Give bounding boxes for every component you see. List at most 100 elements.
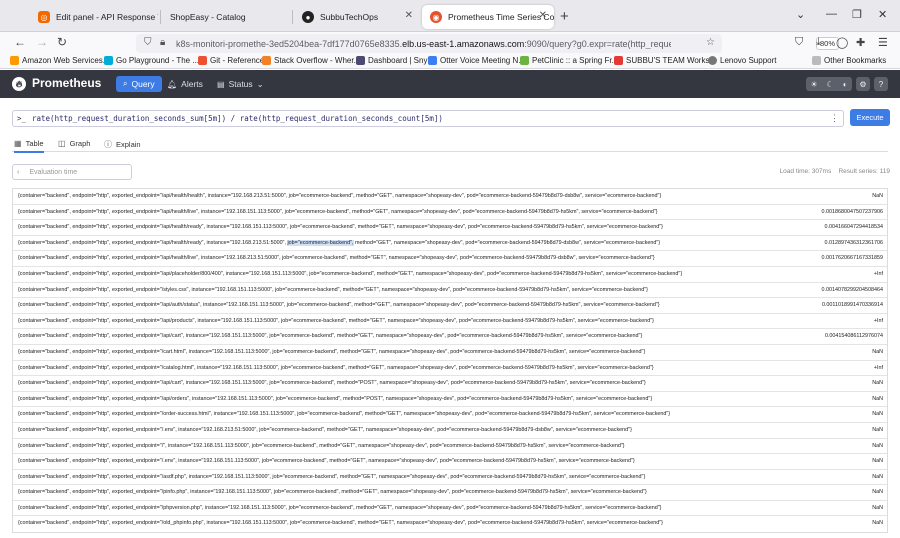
bookmark-lenovo[interactable]: Lenovo Support (708, 56, 777, 65)
series-labels[interactable]: {container="backend", endpoint="http", e… (18, 255, 818, 261)
evaluation-time-picker[interactable]: ‹ Evaluation time (12, 164, 132, 180)
settings-gear-icon[interactable]: ⚙ (856, 77, 870, 91)
series-labels[interactable]: {container="backend", endpoint="http", e… (18, 365, 818, 371)
execute-button[interactable]: Execute (850, 109, 890, 126)
series-labels[interactable]: {container="backend", endpoint="http", e… (18, 271, 818, 277)
tab-list-icon[interactable]: ⌄ (796, 8, 805, 21)
tab-github[interactable]: ● SubbuTechOps ✕ (294, 5, 420, 29)
chevron-left-icon[interactable]: ‹ (17, 169, 19, 176)
more-options-icon[interactable]: ⋮ (830, 113, 839, 124)
moon-icon[interactable]: ☾ (827, 80, 834, 89)
search-icon: ⌕ (123, 79, 128, 88)
new-tab-button[interactable]: + (560, 8, 569, 25)
series-value: NaN (872, 193, 883, 199)
bookmark-snyk[interactable]: Dashboard | Snyk (356, 56, 431, 65)
nav-alerts[interactable]: 🔔︎ Alerts (160, 76, 210, 92)
series-labels[interactable]: {container="backend", endpoint="http", e… (18, 193, 818, 199)
restore-icon[interactable]: ❐ (852, 8, 862, 21)
extensions-icon[interactable]: ✚ (856, 36, 865, 49)
bookmark-otter[interactable]: Otter Voice Meeting N... (428, 56, 525, 65)
table-row: {container="backend", endpoint="http", e… (13, 283, 887, 299)
github-icon: ● (302, 11, 314, 23)
minimize-icon[interactable]: — (826, 8, 837, 20)
url-text[interactable]: k8s-monitori-promethe-3ed5204bea-7df177d… (176, 39, 671, 49)
table-row: {container="backend", endpoint="http", e… (13, 439, 887, 455)
series-labels[interactable]: {container="backend", endpoint="http", e… (18, 427, 818, 433)
table-row: {container="backend", endpoint="http", e… (13, 189, 887, 205)
nav-status[interactable]: ▤ Status ⌄ (210, 76, 271, 92)
expression-input[interactable]: >_ rate(http_request_duration_seconds_su… (12, 110, 844, 127)
app-title[interactable]: Prometheus (32, 76, 101, 90)
series-value: NaN (872, 442, 883, 449)
bookmarks-bar: Amazon Web Services... Go Playground - T… (0, 54, 900, 69)
tab-prometheus[interactable]: ◉ Prometheus Time Series Collec ✕ (422, 5, 554, 29)
shield-icon[interactable]: ⛉ (144, 37, 152, 48)
series-labels[interactable]: {container="backend", endpoint="http", e… (18, 396, 818, 402)
series-value: +Inf (873, 364, 883, 371)
help-icon[interactable]: ? (874, 77, 888, 91)
series-labels[interactable]: {container="backend", endpoint="http", e… (18, 411, 818, 417)
table-row: {container="backend", endpoint="http", e… (13, 298, 887, 314)
theme-toggle[interactable]: ☀ ☾ ◐ (806, 77, 852, 91)
graph-icon: ◫ (58, 139, 66, 148)
series-labels[interactable]: {container="backend", endpoint="http", e… (18, 443, 818, 449)
series-value: NaN (872, 426, 883, 433)
forward-arrow-icon[interactable]: → (36, 35, 48, 49)
reload-icon[interactable]: ↻ (57, 35, 67, 49)
tab-title: SubbuTechOps (320, 12, 379, 22)
account-icon[interactable]: ◯ (836, 36, 848, 49)
load-time: Load time: 307ms (779, 168, 832, 175)
expression-text[interactable]: rate(http_request_duration_seconds_sum[5… (32, 114, 443, 123)
series-value: 0.004154086112976074 (824, 333, 883, 340)
series-labels[interactable]: {container="backend", endpoint="http", e… (18, 520, 818, 526)
series-value: 0.012897436312361706 (824, 239, 883, 246)
series-labels[interactable]: {container="backend", endpoint="http", e… (18, 209, 818, 215)
table-row: {container="backend", endpoint="http", e… (13, 501, 887, 517)
tab-edit-panel[interactable]: ◎ Edit panel - API Response Time (30, 5, 158, 29)
bookmark-stackoverflow[interactable]: Stack Overflow - Wher... (262, 56, 360, 65)
sun-icon[interactable]: ☀ (810, 80, 817, 89)
bookmark-petclinic[interactable]: PetClinic :: a Spring Fr... (520, 56, 618, 65)
series-labels[interactable]: {container="backend", endpoint="http", e… (18, 318, 818, 324)
series-labels[interactable]: {container="backend", endpoint="http", e… (18, 505, 818, 511)
bookmark-go-playground[interactable]: Go Playground - The ... (104, 56, 199, 65)
downloads-icon[interactable]: ⤓ (816, 36, 821, 49)
bookmark-subbu-team[interactable]: SUBBU'S TEAM Works... (614, 56, 716, 65)
series-labels[interactable]: {container="backend", endpoint="http", e… (18, 489, 818, 495)
lock-icon[interactable]: 🔒︎ (160, 37, 165, 48)
bookmark-star-icon[interactable]: ☆ (706, 37, 715, 48)
menu-icon[interactable]: ☰ (878, 36, 888, 49)
table-row: {container="backend", endpoint="http", e… (13, 361, 887, 377)
series-labels[interactable]: {container="backend", endpoint="http", e… (18, 287, 818, 293)
other-bookmarks[interactable]: Other Bookmarks (812, 56, 886, 65)
close-tab-icon[interactable]: ✕ (539, 10, 547, 21)
series-value: 0.0017620667167331859 (821, 255, 883, 262)
tab-table[interactable]: ▦ Table (14, 139, 44, 153)
close-tab-icon[interactable]: ✕ (405, 10, 413, 21)
table-row: {container="backend", endpoint="http", e… (13, 251, 887, 267)
table-row: {container="backend", endpoint="http", e… (13, 516, 887, 532)
nav-query[interactable]: ⌕ Query (116, 76, 162, 92)
tab-graph[interactable]: ◫ Graph (58, 139, 90, 148)
tab-title: ShopEasy - Catalog (170, 12, 246, 22)
series-labels[interactable]: {container="backend", endpoint="http", e… (18, 474, 818, 480)
url-bar[interactable]: ⛉ 🔒︎ k8s-monitori-promethe-3ed5204bea-7d… (136, 34, 840, 53)
series-labels[interactable]: {container="backend", endpoint="http", e… (18, 349, 818, 355)
series-labels[interactable]: {container="backend", endpoint="http", e… (18, 239, 818, 246)
series-labels[interactable]: {container="backend", endpoint="http", e… (18, 224, 818, 230)
series-labels[interactable]: {container="backend", endpoint="http", e… (18, 333, 818, 339)
tab-explain[interactable]: ⓘ Explain (104, 139, 141, 150)
series-value: NaN (872, 473, 883, 480)
back-arrow-icon[interactable]: ← (14, 35, 26, 49)
series-labels[interactable]: {container="backend", endpoint="http", e… (18, 302, 818, 308)
pocket-icon[interactable]: ⛉ (795, 36, 803, 49)
info-icon: ⓘ (104, 140, 112, 149)
bookmark-git[interactable]: Git - Reference (198, 56, 264, 65)
series-labels[interactable]: {container="backend", endpoint="http", e… (18, 458, 818, 464)
auto-theme-icon[interactable]: ◐ (843, 80, 848, 89)
tab-shopeasy[interactable]: ShopEasy - Catalog (162, 5, 290, 29)
close-window-icon[interactable]: ✕ (878, 8, 887, 21)
bookmark-aws[interactable]: Amazon Web Services... (10, 56, 109, 65)
series-labels[interactable]: {container="backend", endpoint="http", e… (18, 380, 818, 386)
grafana-icon: ◎ (38, 11, 50, 23)
